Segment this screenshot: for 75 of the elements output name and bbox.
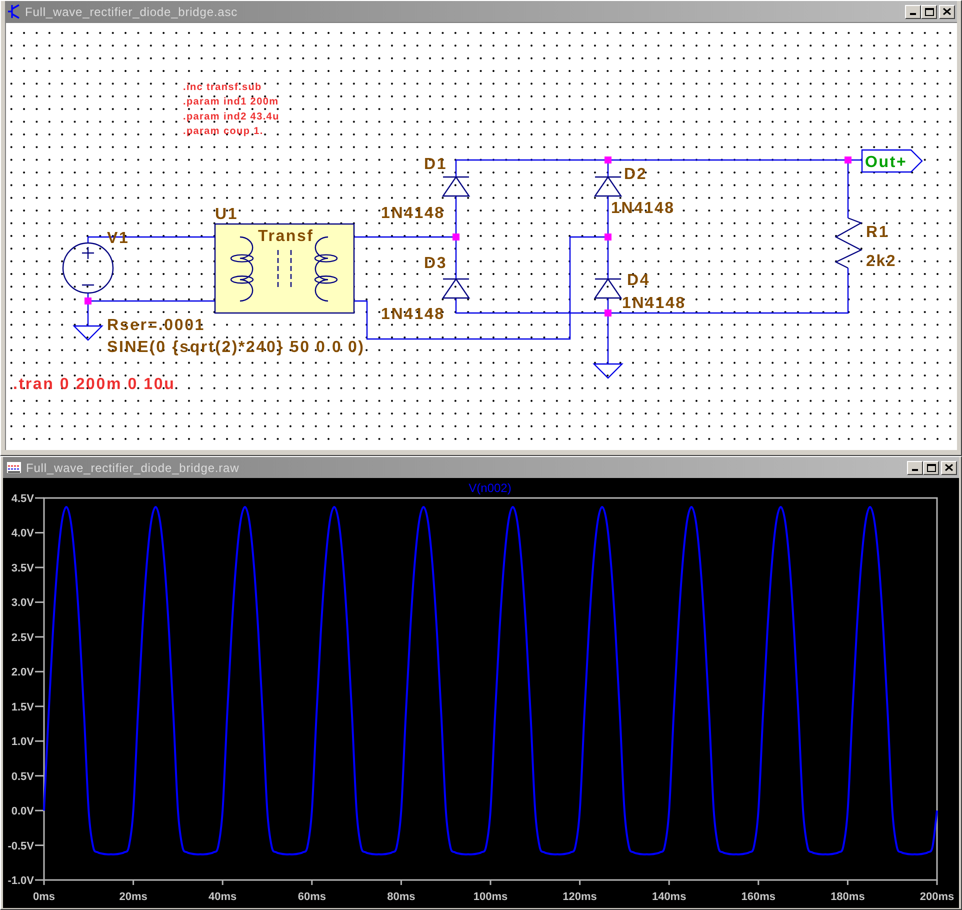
junction-icon	[604, 310, 612, 316]
diode-icon	[442, 176, 470, 197]
voltage-source-icon	[62, 242, 114, 294]
junction-icon	[604, 156, 612, 164]
y-tick-label: 2.0V	[11, 666, 34, 679]
component-value: 2k2	[866, 253, 897, 270]
junction-icon	[844, 156, 852, 164]
net-label: Out+	[861, 149, 923, 173]
close-button[interactable]	[939, 4, 955, 18]
y-tick-label: 1.0V	[11, 736, 34, 748]
ground-icon	[72, 325, 104, 341]
component-name: D4	[627, 272, 650, 289]
component-value: 1N4148	[611, 200, 675, 217]
diode-icon	[594, 176, 622, 197]
y-tick-label: 1.5V	[11, 701, 34, 714]
chart-icon	[6, 461, 22, 474]
component-value: 1N4148	[381, 306, 445, 323]
resistor-icon	[834, 217, 862, 269]
diode-icon	[442, 278, 470, 299]
minimize-button[interactable]	[905, 4, 921, 18]
maximize-button[interactable]	[923, 460, 939, 474]
x-tick-label: 20ms	[119, 891, 148, 903]
component-name: D1	[424, 156, 448, 173]
component-name: D3	[424, 255, 448, 272]
component-name: D2	[624, 166, 648, 183]
coil-icon	[230, 236, 254, 302]
y-tick-label: -1.0V	[8, 875, 34, 887]
x-tick-label: 60ms	[298, 891, 326, 903]
close-icon	[945, 464, 953, 471]
trace-label: V(n002)	[468, 481, 512, 495]
junction-icon	[604, 234, 612, 240]
y-tick-label: 4.5V	[11, 493, 34, 505]
component-name: U1	[215, 206, 238, 223]
spice-directive: .param ind2 43.4u	[183, 111, 280, 122]
x-tick-label: 140ms	[652, 891, 686, 903]
diode-icon	[594, 278, 622, 299]
y-tick-label: 4.0V	[11, 528, 34, 540]
component-value: Rser=.0001	[107, 317, 205, 334]
x-tick-label: 100ms	[473, 891, 508, 903]
x-tick-label: 200ms	[920, 891, 954, 903]
component-name: R1	[866, 224, 890, 241]
minimize-button[interactable]	[907, 460, 923, 474]
maximize-icon	[924, 8, 934, 16]
core-icon	[277, 250, 292, 289]
y-tick-label: 2.5V	[11, 632, 34, 644]
window-title: Full_wave_rectifier_diode_bridge.raw	[26, 460, 240, 474]
component-value: Transf	[258, 228, 314, 245]
close-button[interactable]	[941, 460, 957, 474]
component-value: 1N4148	[622, 295, 686, 312]
close-icon	[943, 8, 951, 15]
junction-icon	[84, 298, 92, 304]
x-tick-label: 40ms	[208, 891, 237, 903]
x-tick-label: 180ms	[830, 891, 865, 903]
spice-directive: .param ind1 200m	[183, 96, 279, 108]
y-tick-label: 0.0V	[11, 806, 34, 818]
spice-directive: .inc transf.sub	[183, 82, 262, 93]
y-tick-label: 3.0V	[11, 597, 34, 610]
coil-icon	[314, 236, 338, 302]
spice-directive: .tran 0 200m 0 10u	[13, 376, 176, 393]
y-tick-label: 0.5V	[11, 770, 34, 783]
x-tick-label: 120ms	[562, 891, 597, 903]
y-tick-label: 3.5V	[11, 562, 34, 574]
x-tick-label: 0ms	[32, 891, 56, 903]
y-tick-label: -0.5V	[8, 840, 34, 852]
maximize-icon	[926, 464, 936, 472]
x-tick-label: 160ms	[741, 891, 776, 903]
maximize-button[interactable]	[921, 4, 937, 18]
ground-icon	[592, 363, 624, 379]
component-value: SINE(0 {sqrt(2)*240} 50 0 0 0)	[107, 339, 365, 356]
junction-icon	[452, 234, 460, 240]
window-title: Full_wave_rectifier_diode_bridge.asc	[25, 4, 239, 18]
transistor-icon	[8, 4, 21, 19]
component-value: 1N4148	[381, 205, 445, 222]
x-tick-label: 80ms	[387, 891, 416, 903]
spice-directive: .param coup 1.	[183, 126, 264, 138]
